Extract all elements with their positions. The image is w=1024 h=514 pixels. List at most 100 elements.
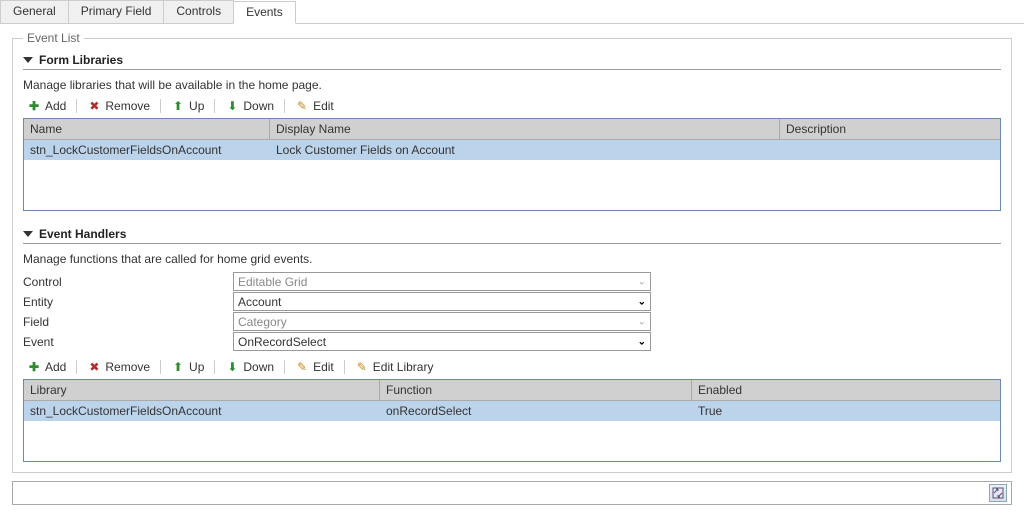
field-value: Category [238,315,287,329]
up-label: Up [189,99,204,113]
separator [284,360,285,374]
event-handlers-header[interactable]: Event Handlers [23,227,1001,241]
cell-library: stn_LockCustomerFieldsOnAccount [24,401,380,421]
event-handlers-title: Event Handlers [39,227,126,241]
edit-button[interactable]: ✎ Edit [291,359,338,375]
entity-value: Account [238,295,281,309]
divider [23,69,1001,70]
remove-button[interactable]: ✖ Remove [83,359,154,375]
edit-library-label: Edit Library [373,360,434,374]
down-label: Down [243,360,274,374]
add-label: Add [45,360,66,374]
collapse-icon [23,57,33,63]
up-button[interactable]: ⬆ Up [167,359,208,375]
add-label: Add [45,99,66,113]
separator [76,360,77,374]
up-label: Up [189,360,204,374]
cell-enabled: True [692,401,1000,421]
edit-label: Edit [313,360,334,374]
form-libraries-header[interactable]: Form Libraries [23,53,1001,67]
col-function[interactable]: Function [380,380,692,400]
down-button[interactable]: ⬇ Down [221,359,278,375]
form-libraries-title: Form Libraries [39,53,123,67]
event-select[interactable]: OnRecordSelect ⌄ [233,332,651,351]
remove-label: Remove [105,360,150,374]
form-libraries-toolbar: ✚ Add ✖ Remove ⬆ Up ⬇ Down ✎ Edit [23,98,1001,114]
event-handlers-description: Manage functions that are called for hom… [23,252,1001,266]
grid-header: Library Function Enabled [24,380,1000,401]
event-handlers-grid: Library Function Enabled stn_LockCustome… [23,379,1001,462]
field-label: Field [23,315,233,329]
plus-icon: ✚ [27,99,41,113]
arrow-up-icon: ⬆ [171,99,185,113]
edit-button[interactable]: ✎ Edit [291,98,338,114]
cell-function: onRecordSelect [380,401,692,421]
entity-select[interactable]: Account ⌄ [233,292,651,311]
event-row: Event OnRecordSelect ⌄ [23,332,1001,351]
chevron-down-icon: ⌄ [638,336,646,347]
arrow-up-icon: ⬆ [171,360,185,374]
table-row[interactable]: stn_LockCustomerFieldsOnAccount Lock Cus… [24,140,1000,160]
remove-button[interactable]: ✖ Remove [83,98,154,114]
add-button[interactable]: ✚ Add [23,359,70,375]
control-label: Control [23,275,233,289]
fieldset-legend: Event List [23,31,84,45]
form-libraries-description: Manage libraries that will be available … [23,78,1001,92]
remove-label: Remove [105,99,150,113]
col-enabled[interactable]: Enabled [692,380,1000,400]
divider [23,243,1001,244]
pencil-icon: ✎ [355,360,369,374]
table-row[interactable]: stn_LockCustomerFieldsOnAccount onRecord… [24,401,1000,421]
pencil-icon: ✎ [295,99,309,113]
collapse-icon [23,231,33,237]
chevron-down-icon: ⌄ [638,316,646,327]
separator [214,99,215,113]
down-label: Down [243,99,274,113]
field-row: Field Category ⌄ [23,312,1001,331]
arrow-down-icon: ⬇ [225,99,239,113]
chevron-down-icon: ⌄ [638,296,646,307]
control-value: Editable Grid [238,275,307,289]
plus-icon: ✚ [27,360,41,374]
separator [76,99,77,113]
arrow-down-icon: ⬇ [225,360,239,374]
col-name[interactable]: Name [24,119,270,139]
down-button[interactable]: ⬇ Down [221,98,278,114]
separator [160,360,161,374]
cell-display-name: Lock Customer Fields on Account [270,140,780,160]
tab-bar: General Primary Field Controls Events [0,0,1024,24]
cell-name: stn_LockCustomerFieldsOnAccount [24,140,270,160]
edit-label: Edit [313,99,334,113]
bottom-bar [12,481,1012,505]
separator [344,360,345,374]
event-value: OnRecordSelect [238,335,326,349]
form-libraries-grid: Name Display Name Description stn_LockCu… [23,118,1001,211]
control-select[interactable]: Editable Grid ⌄ [233,272,651,291]
col-description[interactable]: Description [780,119,1000,139]
x-icon: ✖ [87,360,101,374]
edit-library-button[interactable]: ✎ Edit Library [351,359,438,375]
event-handlers-toolbar: ✚ Add ✖ Remove ⬆ Up ⬇ Down ✎ Edit [23,359,1001,375]
tab-events[interactable]: Events [233,1,296,24]
separator [160,99,161,113]
x-icon: ✖ [87,99,101,113]
event-label: Event [23,335,233,349]
pencil-icon: ✎ [295,360,309,374]
entity-row: Entity Account ⌄ [23,292,1001,311]
entity-label: Entity [23,295,233,309]
add-button[interactable]: ✚ Add [23,98,70,114]
cell-description [780,140,1000,160]
up-button[interactable]: ⬆ Up [167,98,208,114]
field-select[interactable]: Category ⌄ [233,312,651,331]
expand-icon[interactable] [989,484,1007,502]
event-list-fieldset: Event List Form Libraries Manage librari… [12,38,1012,473]
tab-primary-field[interactable]: Primary Field [68,0,165,23]
separator [284,99,285,113]
chevron-down-icon: ⌄ [638,276,646,287]
tab-general[interactable]: General [0,0,69,23]
col-library[interactable]: Library [24,380,380,400]
tab-controls[interactable]: Controls [163,0,234,23]
separator [214,360,215,374]
col-display-name[interactable]: Display Name [270,119,780,139]
control-row: Control Editable Grid ⌄ [23,272,1001,291]
